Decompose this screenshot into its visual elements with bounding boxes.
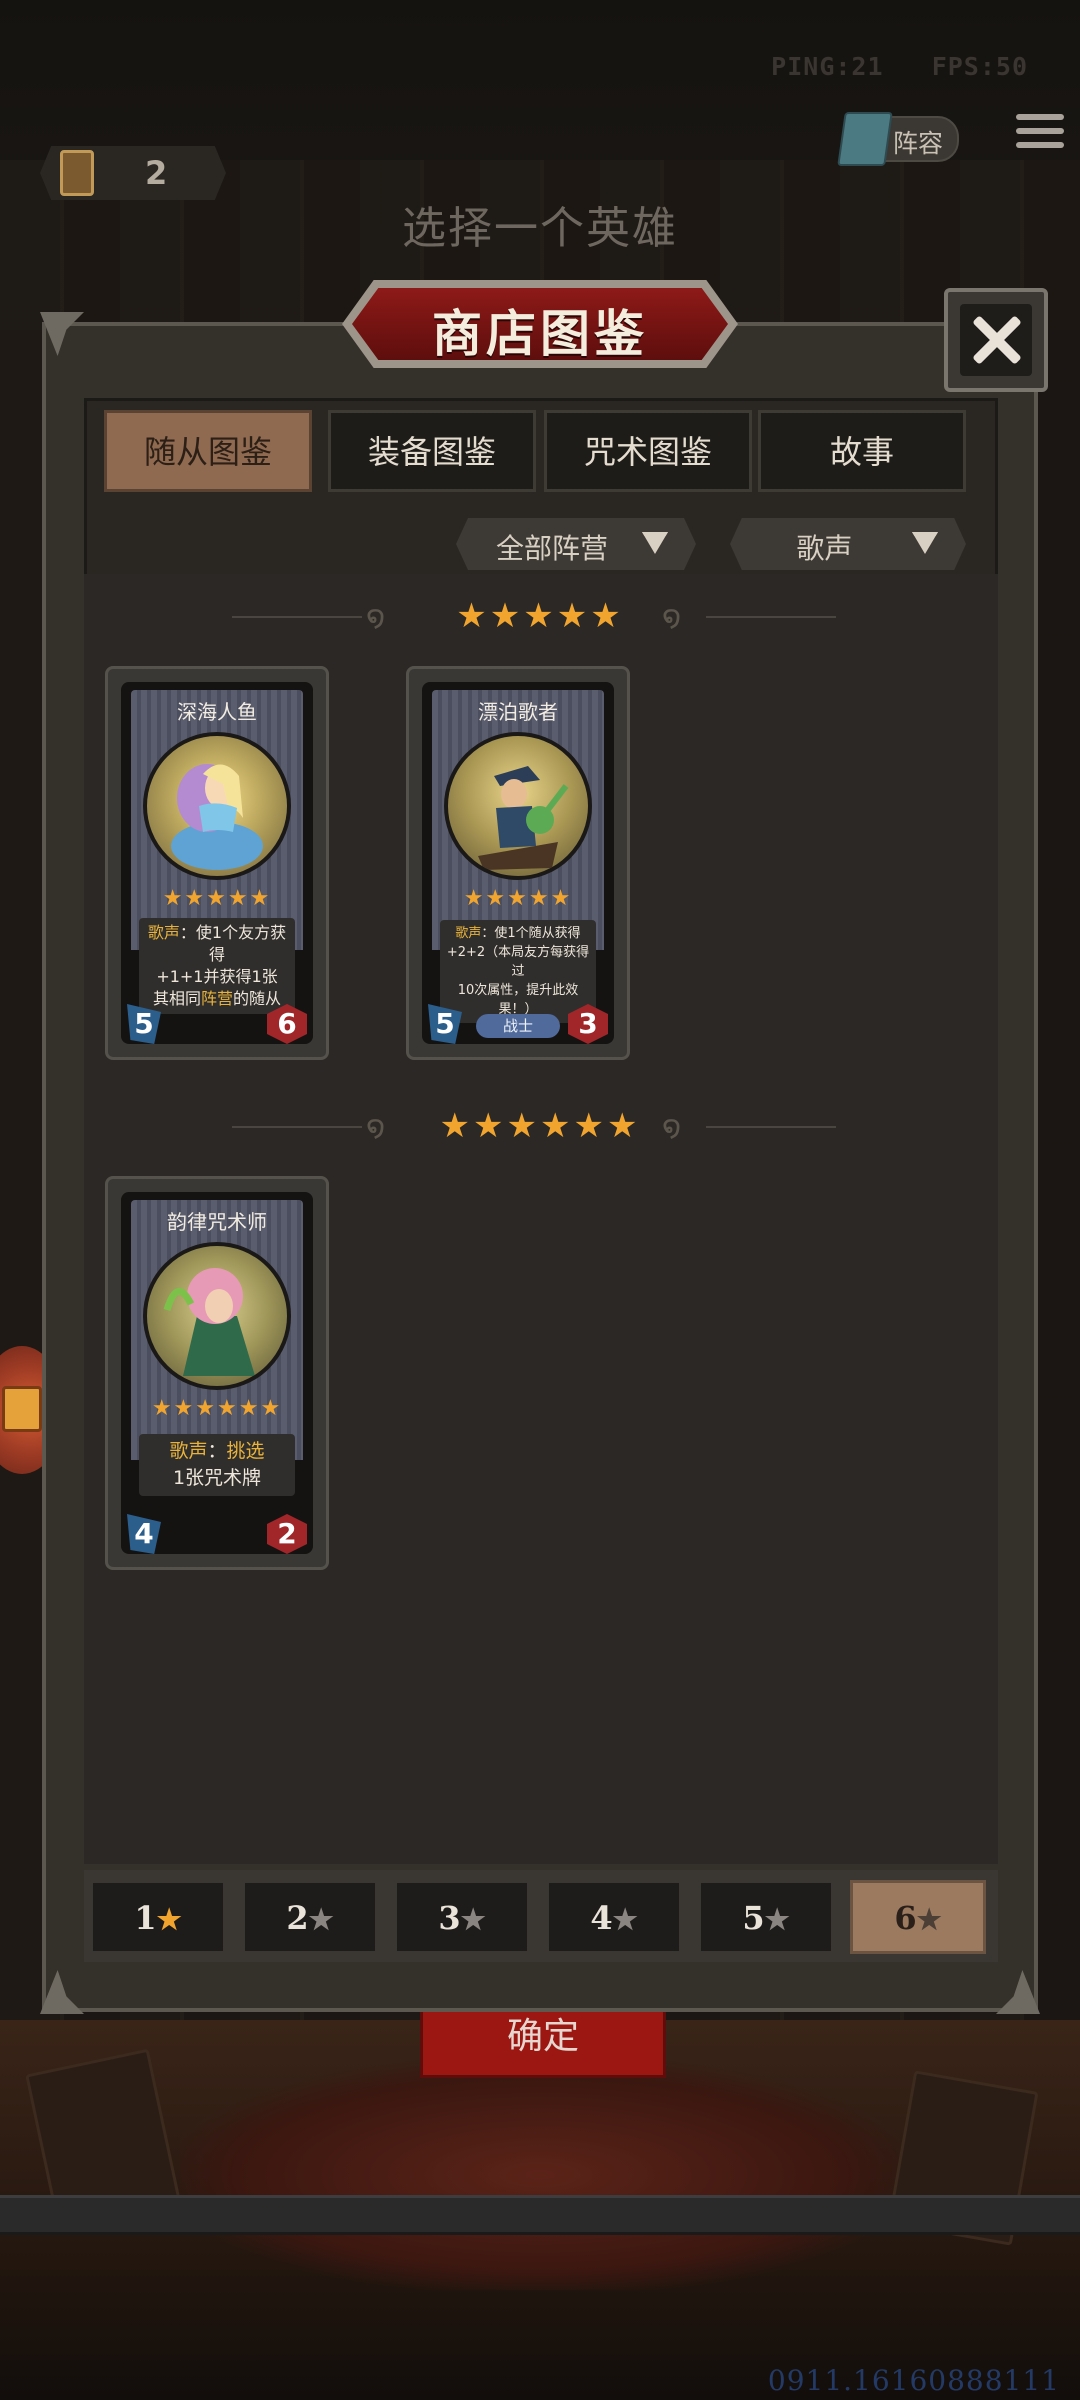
card-description: 歌声：使1个友方获得 +1+1并获得1张 其相同阵营的随从 <box>139 918 295 1014</box>
card-stars: ★★★★★ <box>162 886 272 911</box>
keyword-filter-dropdown[interactable]: 歌声 <box>730 518 966 570</box>
screen-title: 选择一个英雄 <box>402 203 678 254</box>
card-stars: ★★★★★★ <box>151 1396 283 1421</box>
card-portrait <box>143 1242 291 1390</box>
faction-filter-value: 全部阵营 <box>495 532 608 565</box>
tab-story[interactable]: 故事 <box>758 410 966 492</box>
roster-book-icon <box>837 112 893 166</box>
status-readout: PING:21 FPS:50 <box>771 52 1028 81</box>
star-icon: ★ <box>156 1903 182 1936</box>
star-icon: ★ <box>612 1903 638 1936</box>
panel-title-plate: 商店图鉴 <box>342 280 738 368</box>
watermark-text: 0911.16160888111 <box>767 2364 1060 2397</box>
card-description: 歌声：使1个随从获得 +2+2（本局友方每获得过 10次属性，提升此效果！） <box>440 920 596 1023</box>
star-filter-4[interactable]: 4★ <box>546 1880 682 1954</box>
ping-readout: PING:21 <box>771 52 884 81</box>
star-filter-2[interactable]: 2★ <box>242 1880 378 1954</box>
rug-decoration <box>180 2060 900 2290</box>
keyword-filter-value: 歌声 <box>796 532 853 565</box>
tier-header-5-star: ໑ ★★★★★ ໑ <box>0 596 1080 636</box>
close-x-icon <box>960 304 1032 376</box>
minion-card[interactable]: 韵律咒术师 ★★★★★★ 歌声：挑选 1张咒术牌 4 2 <box>105 1176 329 1570</box>
card-pack-icon <box>60 150 94 196</box>
card-stars: ★★★★★ <box>463 886 573 911</box>
tier-stars: ★★★★★ <box>456 596 624 636</box>
card-description: 歌声：挑选 1张咒术牌 <box>139 1434 295 1496</box>
bottom-rail-decoration <box>0 2195 1080 2235</box>
swirl-ornament-icon: ໑ <box>662 1110 682 1145</box>
faction-filter-dropdown[interactable]: 全部阵营 <box>456 518 696 570</box>
star-filter-3[interactable]: 3★ <box>394 1880 530 1954</box>
card-portrait <box>143 732 291 880</box>
close-button[interactable] <box>944 288 1048 392</box>
card-name: 深海人鱼 <box>177 700 257 724</box>
tier-header-6-star: ໑ ★★★★★★ ໑ <box>0 1106 1080 1146</box>
panel-title: 商店图鉴 <box>432 305 648 363</box>
star-icon: ★ <box>764 1903 790 1936</box>
star-filter-1[interactable]: 1★ <box>90 1880 226 1954</box>
card-portrait <box>444 732 592 880</box>
roster-label: 阵容 <box>893 129 944 158</box>
card-name: 韵律咒术师 <box>167 1210 267 1234</box>
tribe-badge: 战士 <box>476 1014 560 1038</box>
tab-minion-codex[interactable]: 随从图鉴 <box>104 410 312 492</box>
hamburger-menu-icon[interactable] <box>1016 114 1064 156</box>
minion-card[interactable]: 深海人鱼 ★★★★★ 歌声：使1个友方获得 +1+1并获得1张 其相同阵营的随从… <box>105 666 329 1060</box>
swirl-ornament-icon: ໑ <box>662 600 682 635</box>
swirl-ornament-icon: ໑ <box>366 600 386 635</box>
star-icon: ★ <box>460 1903 486 1936</box>
star-filter-6[interactable]: 6★ <box>850 1880 986 1954</box>
star-icon: ★ <box>916 1903 942 1936</box>
tab-spell-codex[interactable]: 咒术图鉴 <box>544 410 752 492</box>
tier-stars: ★★★★★★ <box>439 1106 641 1146</box>
star-filter-5[interactable]: 5★ <box>698 1880 834 1954</box>
currency-count: 2 <box>145 154 168 192</box>
card-name: 漂泊歌者 <box>478 700 558 724</box>
tab-equipment-codex[interactable]: 装备图鉴 <box>328 410 536 492</box>
swirl-ornament-icon: ໑ <box>366 1110 386 1145</box>
fps-readout: FPS:50 <box>931 52 1028 81</box>
star-icon: ★ <box>308 1903 334 1936</box>
roster-button[interactable]: 阵容 <box>837 112 959 166</box>
minion-card[interactable]: 漂泊歌者 ★★★★★ 歌声：使1个随从获得 +2+2（本局友方每获得过 10次属… <box>406 666 630 1060</box>
